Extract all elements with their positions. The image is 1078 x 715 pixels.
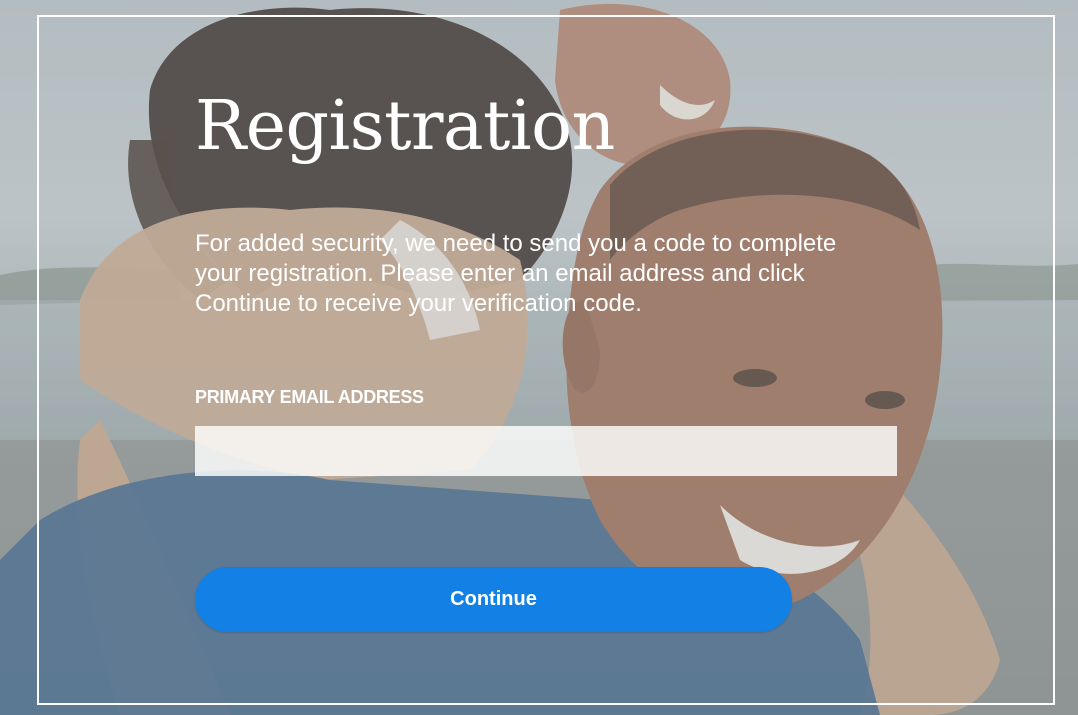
registration-description: For added security, we need to send you …	[195, 230, 837, 317]
page-title: Registration	[195, 87, 615, 166]
email-field-label: PRIMARY EMAIL ADDRESS	[195, 387, 424, 407]
continue-button[interactable]: Continue	[195, 567, 792, 632]
email-field[interactable]	[195, 426, 897, 476]
